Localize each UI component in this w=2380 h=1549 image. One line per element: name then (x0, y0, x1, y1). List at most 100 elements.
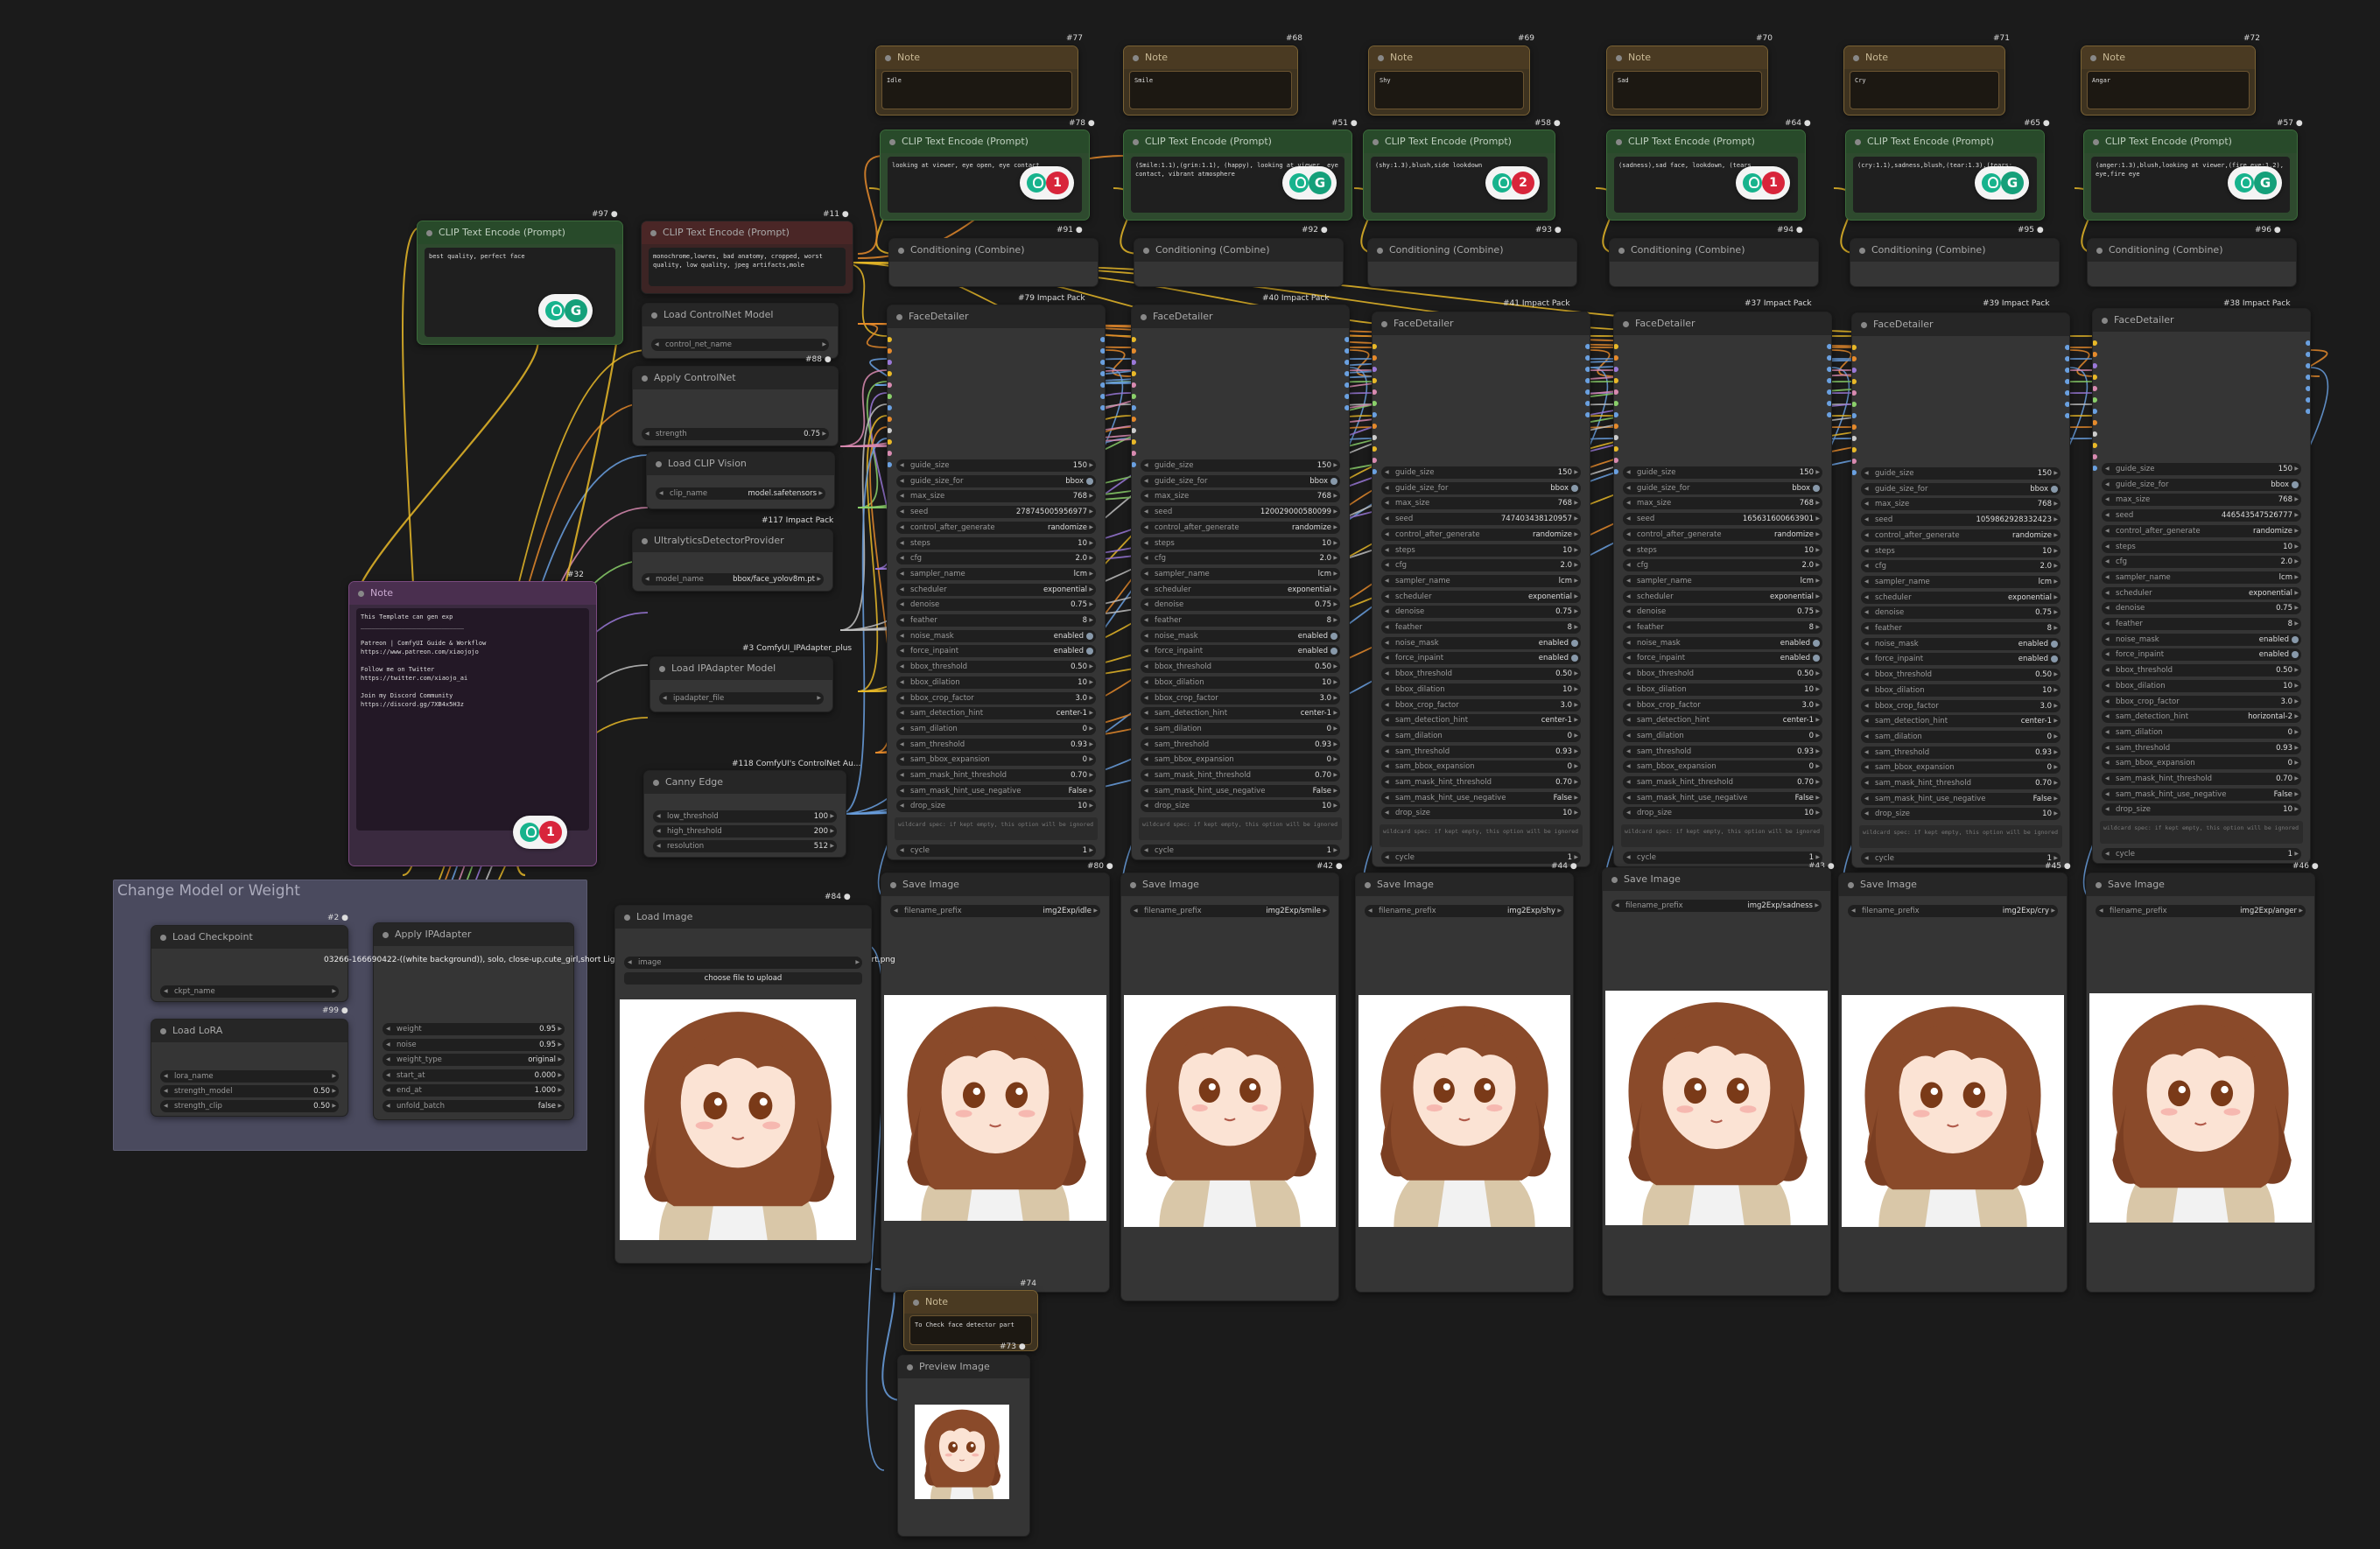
face-detailer-2[interactable]: FaceDetailerguide_size150guide_size_forb… (1131, 305, 1350, 860)
input-slot[interactable] (2093, 386, 2097, 391)
widget-control-after-generate[interactable]: control_after_generate randomize (1141, 521, 1340, 534)
widget-bbox-crop-factor[interactable]: bbox_crop_factor 3.0 (1381, 698, 1581, 711)
output-slot[interactable] (1827, 389, 1831, 395)
face-detailer-3[interactable]: FaceDetailerguide_size150guide_size_forb… (1372, 312, 1590, 867)
widget-sam-bbox-expansion[interactable]: sam_bbox_expansion 0 (896, 753, 1096, 767)
conditioning-combine-3[interactable]: Conditioning (Combine) (1367, 238, 1577, 287)
widget-noise-mask[interactable]: noise_mask enabled (2102, 633, 2301, 646)
choose-file-upload-button[interactable]: choose file to upload (624, 972, 862, 985)
output-slot[interactable] (1344, 394, 1349, 399)
widget-ipadapter-file[interactable]: ipadapter_fileip-adapter-full-face_sd15.… (659, 692, 824, 704)
widget-sam-dilation[interactable]: sam_dilation 0 (1623, 729, 1822, 742)
widget-sam-mask-hint-use-negative[interactable]: sam_mask_hint_use_negative False (1861, 792, 2061, 805)
wildcard-field[interactable]: wildcard spec: if kept empty, this optio… (1859, 825, 2062, 848)
input-slot[interactable] (1373, 378, 1377, 383)
grammarly-assist-icon[interactable] (545, 301, 565, 320)
widget-sam-dilation[interactable]: sam_dilation 0 (2102, 725, 2301, 739)
widget-steps[interactable]: steps 10 (1861, 544, 2061, 557)
output-slot[interactable] (2065, 368, 2069, 373)
widget-sam-detection-hint[interactable]: sam_detection_hint center-1 (1381, 714, 1581, 727)
input-slot[interactable] (2093, 454, 2097, 459)
conditioning-combine-4[interactable]: Conditioning (Combine) (1609, 238, 1819, 287)
widget-start-at[interactable]: start_at 0.000 (383, 1069, 565, 1082)
widget-drop-size[interactable]: drop_size 10 (1381, 807, 1581, 820)
grammarly-assist-icon[interactable] (1743, 173, 1762, 193)
grammarly-assist-icon[interactable] (1027, 173, 1046, 193)
input-slot[interactable] (1373, 344, 1377, 349)
output-slot[interactable] (2306, 340, 2310, 346)
input-slot[interactable] (1132, 405, 1136, 410)
input-slot[interactable] (1852, 356, 1857, 361)
input-slot[interactable] (1852, 459, 1857, 464)
widget-sampler-name[interactable]: sampler_name lcm (2102, 571, 2301, 584)
widget-strength-clip[interactable]: strength_clip 0.50 (160, 1100, 339, 1112)
widget-cfg[interactable]: cfg 2.0 (1381, 559, 1581, 572)
filename-prefix-widget[interactable]: filename_prefix img2Exp/smile (1130, 905, 1330, 917)
grammarly-g-icon[interactable]: G (1309, 172, 1331, 194)
widget-model-name[interactable]: model_name bbox/face_yolov8m.pt (642, 573, 824, 585)
note-sad[interactable]: Note Sad (1606, 46, 1768, 116)
widget-cfg[interactable]: cfg 2.0 (2102, 556, 2301, 569)
output-slot[interactable] (1100, 371, 1105, 376)
widget-lora-name[interactable]: lora_nameLCM_LoRA_Weights_SD15.safetenso… (160, 1070, 339, 1083)
output-slot[interactable] (1344, 348, 1349, 354)
widget-cfg[interactable]: cfg 2.0 (1861, 560, 2061, 573)
input-slot[interactable] (888, 428, 892, 433)
widget-seed[interactable]: seed 1059862928332423 (1861, 514, 2061, 527)
wildcard-field[interactable]: wildcard spec: if kept empty, this optio… (2100, 821, 2303, 844)
widget-sam-detection-hint[interactable]: sam_detection_hint center-1 (896, 707, 1096, 720)
widget-bbox-threshold[interactable]: bbox_threshold 0.50 (2102, 664, 2301, 677)
widget-bbox-dilation[interactable]: bbox_dilation 10 (1861, 683, 2061, 697)
widget-seed[interactable]: seed 165631600663901 (1623, 513, 1822, 526)
input-slot[interactable] (1852, 413, 1857, 418)
input-slot[interactable] (1614, 458, 1618, 463)
widget-guide-size-for[interactable]: guide_size_for bbox (1623, 481, 1822, 494)
widget-sam-detection-hint[interactable]: sam_detection_hint center-1 (1623, 714, 1822, 727)
note-idle[interactable]: Note Idle (875, 46, 1078, 116)
input-slot[interactable] (1852, 470, 1857, 475)
widget-denoise[interactable]: denoise 0.75 (896, 599, 1096, 612)
load-lora[interactable]: Load LoRA lora_nameLCM_LoRA_Weights_SD15.… (151, 1019, 348, 1117)
input-slot[interactable] (1852, 436, 1857, 441)
output-slot[interactable] (1344, 405, 1349, 410)
grammarly-assist-icon[interactable] (2235, 173, 2254, 193)
widget-bbox-dilation[interactable]: bbox_dilation 10 (1141, 676, 1340, 689)
output-slot[interactable] (1585, 412, 1590, 417)
input-slot[interactable] (888, 360, 892, 365)
input-slot[interactable] (1132, 417, 1136, 422)
widget-max-size[interactable]: max_size 768 (1381, 497, 1581, 510)
widget-scheduler[interactable]: scheduler exponential (1861, 591, 2061, 604)
output-slot[interactable] (1827, 378, 1831, 383)
output-slot[interactable] (1827, 344, 1831, 349)
wildcard-field[interactable]: wildcard spec: if kept empty, this optio… (1139, 817, 1342, 840)
apply-controlnet[interactable]: Apply ControlNet strength 0.75 (632, 366, 839, 446)
widget-sam-mask-hint-threshold[interactable]: sam_mask_hint_threshold 0.70 (2102, 773, 2301, 785)
widget-noise-mask[interactable]: noise_mask enabled (1381, 636, 1581, 649)
widget-control-after-generate[interactable]: control_after_generate randomize (2102, 524, 2301, 537)
input-slot[interactable] (1373, 469, 1377, 474)
input-slot[interactable] (1373, 367, 1377, 372)
grammarly-g-icon[interactable]: G (2001, 172, 2024, 194)
widget-guide-size[interactable]: guide_size 150 (1861, 467, 2061, 480)
widget-low-threshold[interactable]: low_threshold 100 (653, 810, 837, 823)
input-slot[interactable] (2093, 409, 2097, 414)
input-slot[interactable] (1132, 428, 1136, 433)
widget-seed[interactable]: seed 446543547526777 (2102, 509, 2301, 522)
widget-guide-size[interactable]: guide_size 150 (1381, 466, 1581, 479)
load-checkpoint[interactable]: Load Checkpoint ckpt_namemeinamix_meinaV1… (151, 925, 348, 1002)
widget-bbox-crop-factor[interactable]: bbox_crop_factor 3.0 (1623, 698, 1822, 711)
widget-scheduler[interactable]: scheduler exponential (896, 583, 1096, 596)
widget-bbox-threshold[interactable]: bbox_threshold 0.50 (1381, 668, 1581, 681)
widget-bbox-threshold[interactable]: bbox_threshold 0.50 (896, 661, 1096, 674)
output-slot[interactable] (1344, 382, 1349, 388)
widget-force-inpaint[interactable]: force_inpaint enabled (1141, 645, 1340, 658)
note-cry[interactable]: Note Cry (1843, 46, 2005, 116)
widget-sam-mask-hint-threshold[interactable]: sam_mask_hint_threshold 0.70 (1861, 777, 2061, 789)
input-slot[interactable] (1852, 424, 1857, 430)
widget-strength[interactable]: strength 0.75 (642, 428, 829, 440)
widget-scheduler[interactable]: scheduler exponential (1141, 583, 1340, 596)
input-slot[interactable] (1132, 451, 1136, 456)
input-slot[interactable] (2093, 340, 2097, 346)
widget-sam-bbox-expansion[interactable]: sam_bbox_expansion 0 (1623, 760, 1822, 774)
input-slot[interactable] (2093, 431, 2097, 437)
